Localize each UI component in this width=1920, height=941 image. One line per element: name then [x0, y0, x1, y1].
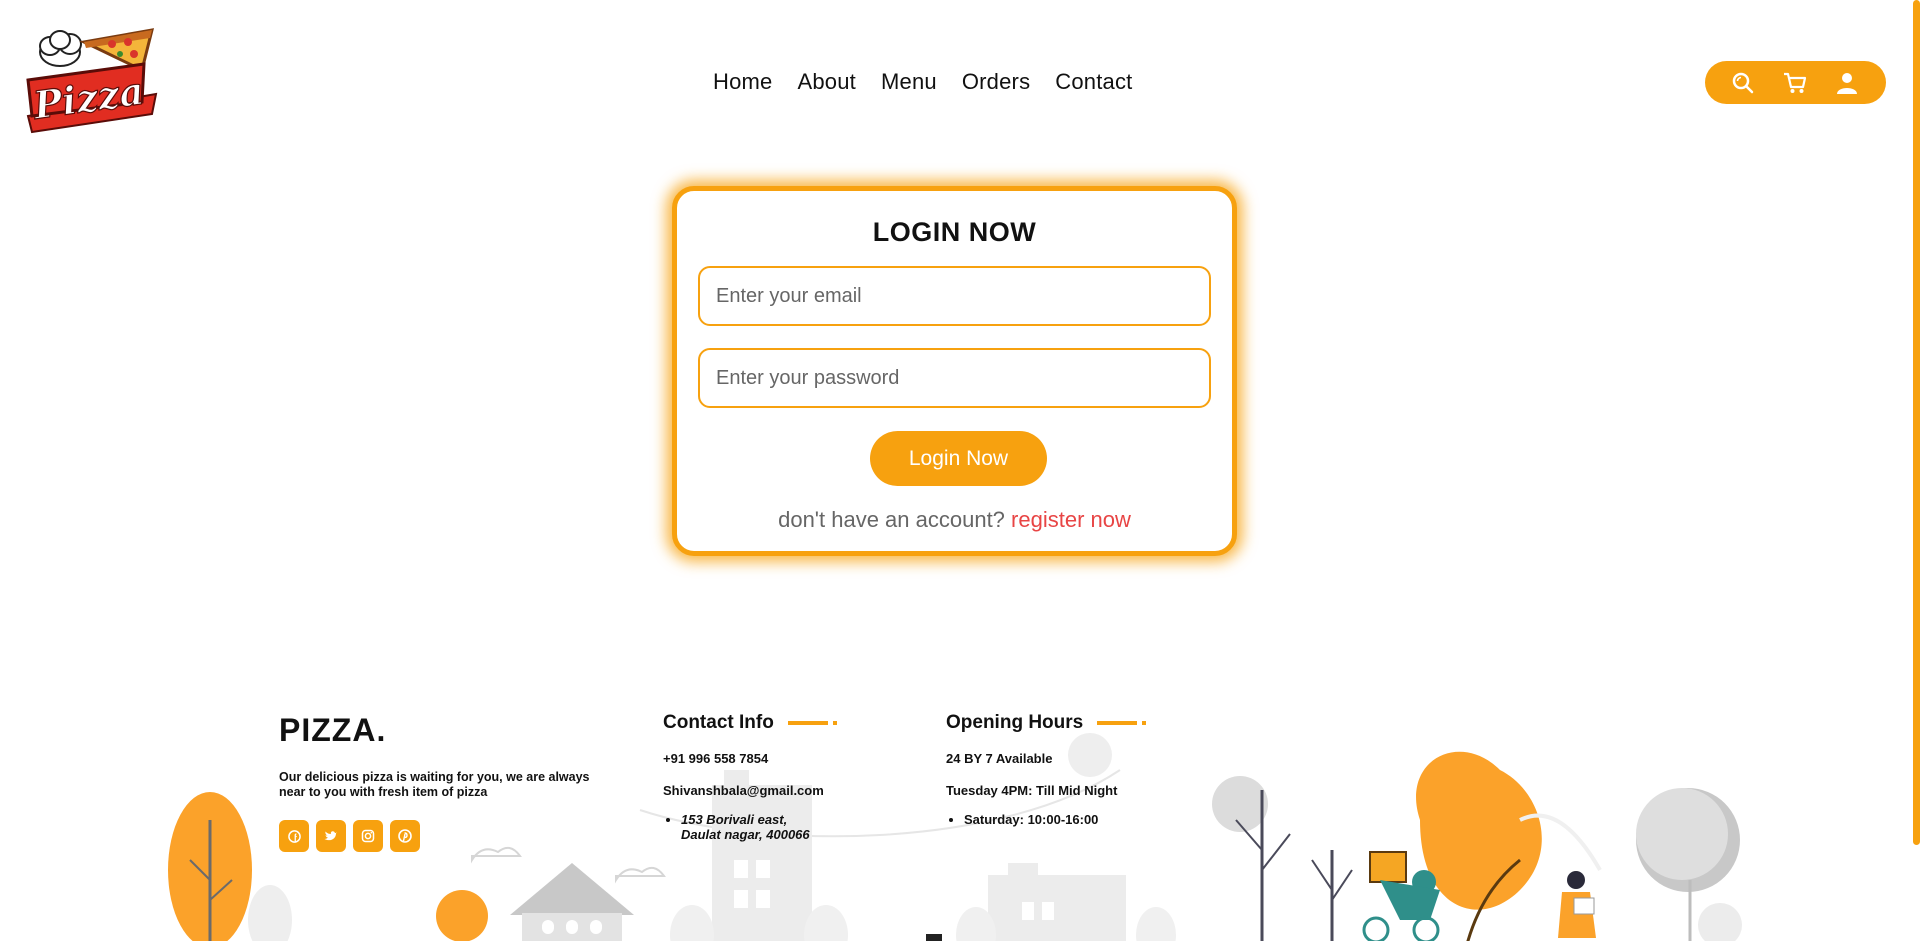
nav-about[interactable]: About — [798, 66, 857, 98]
social-links — [279, 820, 420, 852]
contact-heading: Contact Info — [663, 712, 837, 734]
search-icon[interactable] — [1727, 69, 1759, 97]
instagram-icon[interactable] — [353, 820, 383, 852]
register-prompt-text: don't have an account? — [778, 507, 1005, 532]
nav-contact[interactable]: Contact — [1055, 66, 1132, 98]
cart-icon[interactable] — [1779, 69, 1811, 97]
contact-email[interactable]: Shivanshbala@gmail.com — [663, 783, 828, 798]
page-scrollbar[interactable] — [1913, 0, 1920, 845]
pizza-logo[interactable]: Pizza — [24, 24, 160, 136]
user-icon[interactable] — [1831, 69, 1863, 97]
footer-hours: Opening Hours 24 BY 7 Available Tuesday … — [946, 712, 1147, 827]
address-item: 153 Borivali east,Daulat nagar, 400066 — [681, 812, 828, 842]
nav-menu[interactable]: Menu — [881, 66, 937, 98]
login-button[interactable]: Login Now — [870, 431, 1047, 486]
contact-phone[interactable]: +91 996 558 7854 — [663, 751, 828, 766]
twitter-icon[interactable] — [316, 820, 346, 852]
address-line-2: Daulat nagar, 400066 — [681, 827, 810, 842]
hours-list: Saturday: 10:00-16:00 — [964, 812, 1137, 827]
facebook-icon[interactable] — [279, 820, 309, 852]
pinterest-icon[interactable] — [390, 820, 420, 852]
login-page: Pizza Home About Menu Orders Contact LOG… — [0, 0, 1920, 941]
hours-line-2: Tuesday 4PM: Till Mid Night — [946, 783, 1118, 798]
heading-accent-bar — [787, 721, 837, 725]
hours-line-1: 24 BY 7 Available — [946, 751, 1053, 766]
password-field[interactable] — [698, 348, 1211, 408]
nav-home[interactable]: Home — [713, 66, 773, 98]
register-link[interactable]: register now — [1011, 507, 1131, 532]
contact-address: 153 Borivali east,Daulat nagar, 400066 — [681, 812, 828, 842]
heading-accent-bar — [1097, 721, 1147, 725]
main-nav: Home About Menu Orders Contact — [713, 66, 1158, 98]
login-form: LOGIN NOW Login Now don't have an accoun… — [672, 186, 1237, 556]
footer-description: Our delicious pizza is waiting for you, … — [279, 770, 590, 799]
nav-orders[interactable]: Orders — [962, 66, 1030, 98]
email-field[interactable] — [698, 266, 1211, 326]
hours-line-3: Saturday: 10:00-16:00 — [964, 812, 1137, 827]
header-icon-group — [1705, 61, 1886, 104]
login-title: LOGIN NOW — [872, 217, 1037, 247]
hours-heading-text: Opening Hours — [946, 712, 1084, 733]
hours-heading: Opening Hours — [946, 712, 1147, 734]
footer-brand: PIZZA. — [279, 712, 387, 748]
address-line-1: 153 Borivali east, — [681, 812, 788, 827]
footer-contact: Contact Info +91 996 558 7854 Shivanshba… — [663, 712, 837, 842]
contact-heading-text: Contact Info — [663, 712, 774, 733]
register-prompt: don't have an account? register now — [677, 507, 1232, 533]
